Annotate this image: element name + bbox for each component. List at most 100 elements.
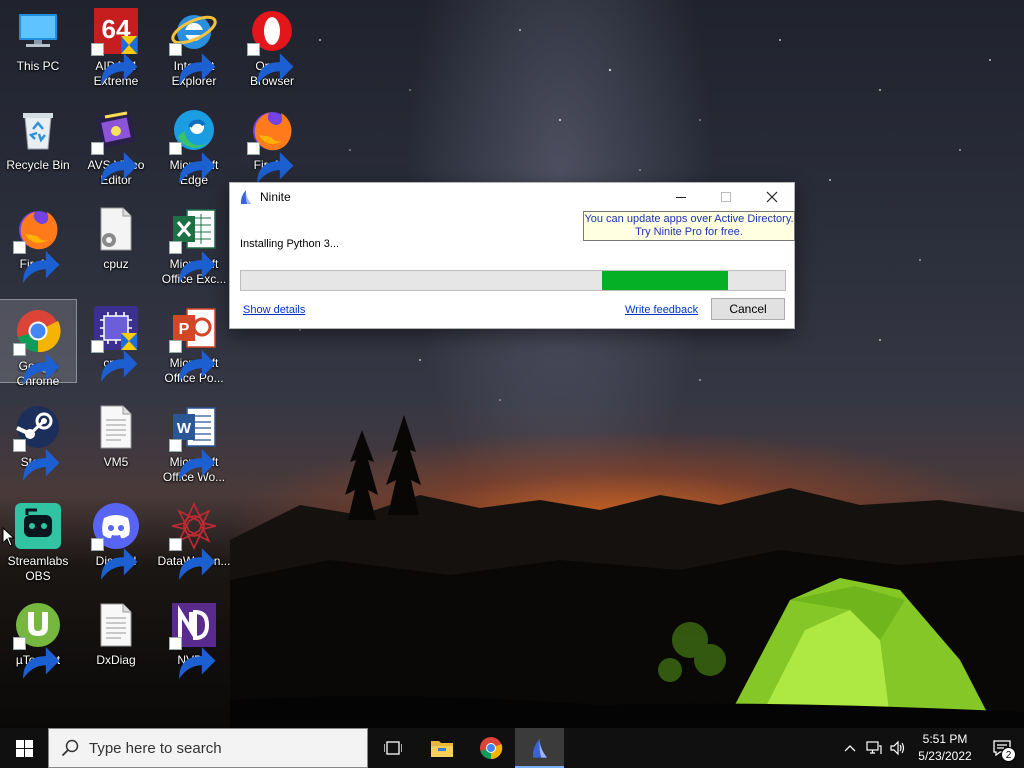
text-file-icon (91, 402, 141, 452)
steam-icon (13, 402, 63, 481)
desktop-icon-computer[interactable]: This PC (0, 0, 76, 90)
search-icon (61, 739, 79, 757)
cpuz-icon (91, 303, 141, 382)
system-tray: 5:51 PM 5/23/2022 2 (838, 728, 1024, 768)
close-button[interactable] (749, 183, 794, 211)
write-feedback-link[interactable]: Write feedback (625, 304, 698, 316)
minimize-icon (676, 196, 686, 198)
ninite-title-bar[interactable]: Ninite (230, 183, 794, 211)
network-icon (866, 741, 882, 754)
install-progress-bar (240, 270, 786, 291)
desktop-icon-chrome[interactable]: Google Chrome (0, 299, 77, 388)
svg-text:W: W (177, 420, 192, 437)
start-button[interactable] (0, 728, 48, 768)
desktop-icon-label: This PC (16, 59, 60, 73)
desktop-icon-opera[interactable]: Opera Browser (234, 0, 310, 90)
tooltip-line-1: You can update apps over Active Director… (584, 213, 794, 225)
desktop-icon-label: DxDiag (96, 653, 136, 667)
shortcut-arrow-icon (91, 538, 138, 580)
shortcut-arrow-icon (169, 439, 216, 481)
volume-icon (890, 741, 905, 755)
minimize-button[interactable] (659, 183, 704, 211)
desktop-icon-utorrent[interactable]: µTorrent (0, 594, 76, 684)
desktop-icon-internet-explorer[interactable]: Internet Explorer (156, 0, 232, 90)
taskbar-ninite[interactable] (515, 728, 564, 768)
desktop-icon-label: Recycle Bin (6, 158, 70, 172)
desktop-icon-word[interactable]: WMicrosoft Office Wo... (156, 396, 232, 486)
desktop-icon-label: Streamlabs OBS (7, 554, 69, 583)
word-icon: W (169, 402, 219, 481)
shortcut-arrow-icon (247, 142, 294, 184)
taskbar-file-explorer[interactable] (417, 728, 466, 768)
chevron-up-icon (844, 745, 856, 752)
shortcut-arrow-icon (169, 43, 216, 85)
excel-icon (169, 204, 219, 283)
shortcut-arrow-icon (91, 340, 138, 382)
desktop-icon-aida64[interactable]: 64AIDA64 Extreme (78, 0, 154, 90)
settings-file-icon (91, 204, 141, 254)
discord-icon (91, 501, 141, 580)
opera-icon (247, 6, 297, 85)
progress-fill (601, 271, 728, 290)
show-details-link[interactable]: Show details (243, 304, 305, 316)
shortcut-arrow-icon (169, 340, 216, 382)
notification-count-badge: 2 (1001, 747, 1016, 762)
clock[interactable]: 5:51 PM 5/23/2022 (910, 731, 980, 765)
shortcut-arrow-icon (169, 538, 216, 580)
desktop-icon-firefox[interactable]: Firefox (234, 99, 310, 189)
task-view-icon (383, 741, 402, 755)
shortcut-arrow-icon (169, 637, 216, 679)
shortcut-arrow-icon (169, 241, 216, 283)
computer-icon (13, 6, 63, 56)
desktop-icon-discord[interactable]: Discord (78, 495, 154, 585)
desktop-icon-recycle-bin[interactable]: Recycle Bin (0, 99, 76, 189)
cancel-button[interactable]: Cancel (711, 298, 785, 320)
recycle-bin-icon (13, 105, 63, 155)
desktop-icon-label: cpuz (103, 257, 129, 271)
edge-icon (169, 105, 219, 184)
desktop-icon-cpuz[interactable]: cpuz (78, 297, 154, 387)
volume-button[interactable] (886, 728, 910, 768)
shortcut-arrow-icon (13, 637, 60, 679)
network-button[interactable] (862, 728, 886, 768)
taskbar-search-box[interactable]: Type here to search (48, 728, 368, 768)
desktop: This PC 64AIDA64 ExtremeInternet Explorer… (0, 0, 1024, 728)
ninite-logo-icon (532, 738, 547, 758)
desktop-icon-datawagon[interactable]: DataWagon... (156, 495, 232, 585)
folder-icon (430, 741, 453, 757)
desktop-icon-nvda[interactable]: NVDA (156, 594, 232, 684)
maximize-icon (721, 191, 731, 202)
desktop-icon-avs-video-editor[interactable]: AVS Video Editor (78, 99, 154, 189)
install-status-text: Installing Python 3... (240, 238, 340, 250)
clock-time: 5:51 PM (922, 732, 968, 746)
desktop-icon-settings-file[interactable]: cpuz (78, 198, 154, 288)
desktop-icon-excel[interactable]: Microsoft Office Exc... (156, 198, 232, 288)
desktop-icon-powerpoint[interactable]: PMicrosoft Office Po... (156, 297, 232, 387)
clock-date: 5/23/2022 (918, 749, 972, 763)
nvda-icon (169, 600, 219, 679)
desktop-icon-steam[interactable]: Steam (0, 396, 76, 486)
action-center-button[interactable]: 2 (980, 728, 1024, 768)
mouse-cursor-icon (2, 527, 16, 547)
task-view-button[interactable] (368, 728, 417, 768)
ninite-pro-tooltip[interactable]: You can update apps over Active Director… (583, 211, 795, 241)
desktop-icon-text-file[interactable]: DxDiag (78, 594, 154, 684)
taskbar-chrome[interactable] (466, 728, 515, 768)
text-file-icon (91, 600, 141, 650)
desktop-icon-label: VM5 (103, 455, 129, 469)
shortcut-arrow-icon (13, 241, 60, 283)
chrome-icon (479, 737, 502, 760)
firefox-icon (247, 105, 297, 184)
close-icon (766, 191, 777, 203)
desktop-icon-firefox[interactable]: Firefox (0, 198, 76, 288)
maximize-button[interactable] (704, 183, 749, 211)
ninite-installer-window[interactable]: Ninite You can update apps over Active D… (229, 182, 795, 329)
window-title: Ninite (260, 190, 291, 204)
desktop-icon-text-file[interactable]: VM5 (78, 396, 154, 486)
avs-video-editor-icon (91, 105, 141, 184)
windows-logo-icon (15, 739, 33, 757)
shortcut-arrow-icon (13, 439, 60, 481)
desktop-icon-edge[interactable]: Microsoft Edge (156, 99, 232, 189)
show-hidden-icons-button[interactable] (838, 728, 862, 768)
search-placeholder: Type here to search (89, 739, 222, 757)
